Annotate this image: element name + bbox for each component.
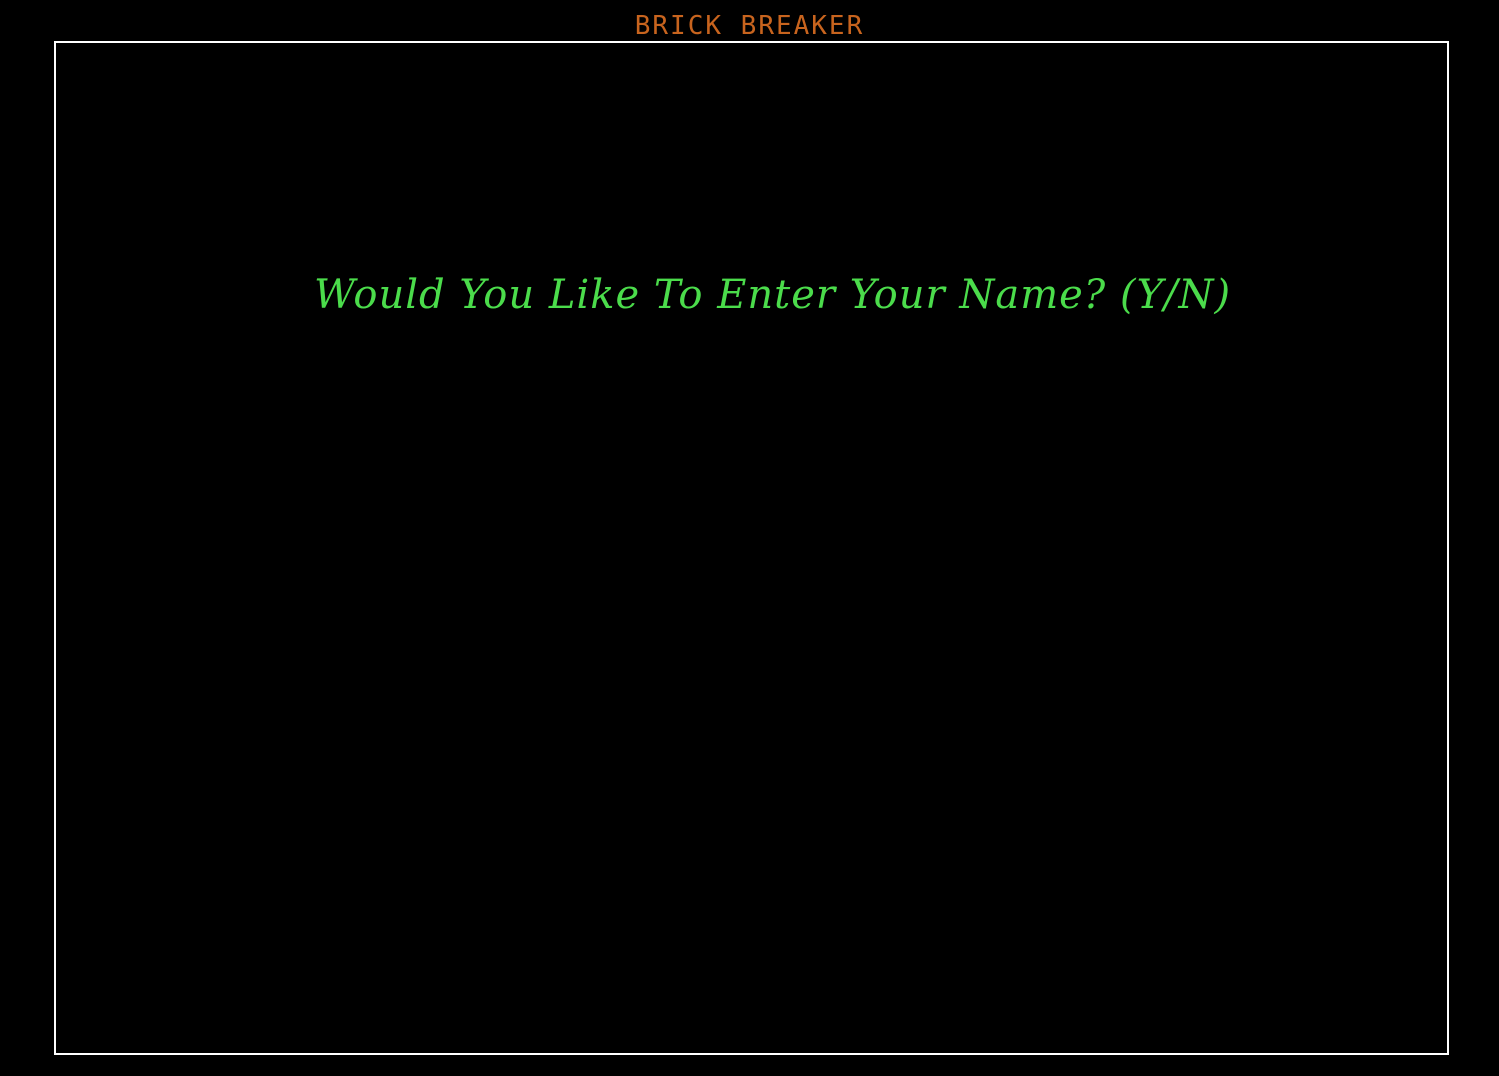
game-title: BRICK BREAKER bbox=[634, 11, 865, 41]
name-entry-prompt: Would You Like To Enter Your Name? (Y/N) bbox=[314, 272, 1232, 318]
playfield[interactable]: Would You Like To Enter Your Name? (Y/N) bbox=[54, 41, 1449, 1055]
